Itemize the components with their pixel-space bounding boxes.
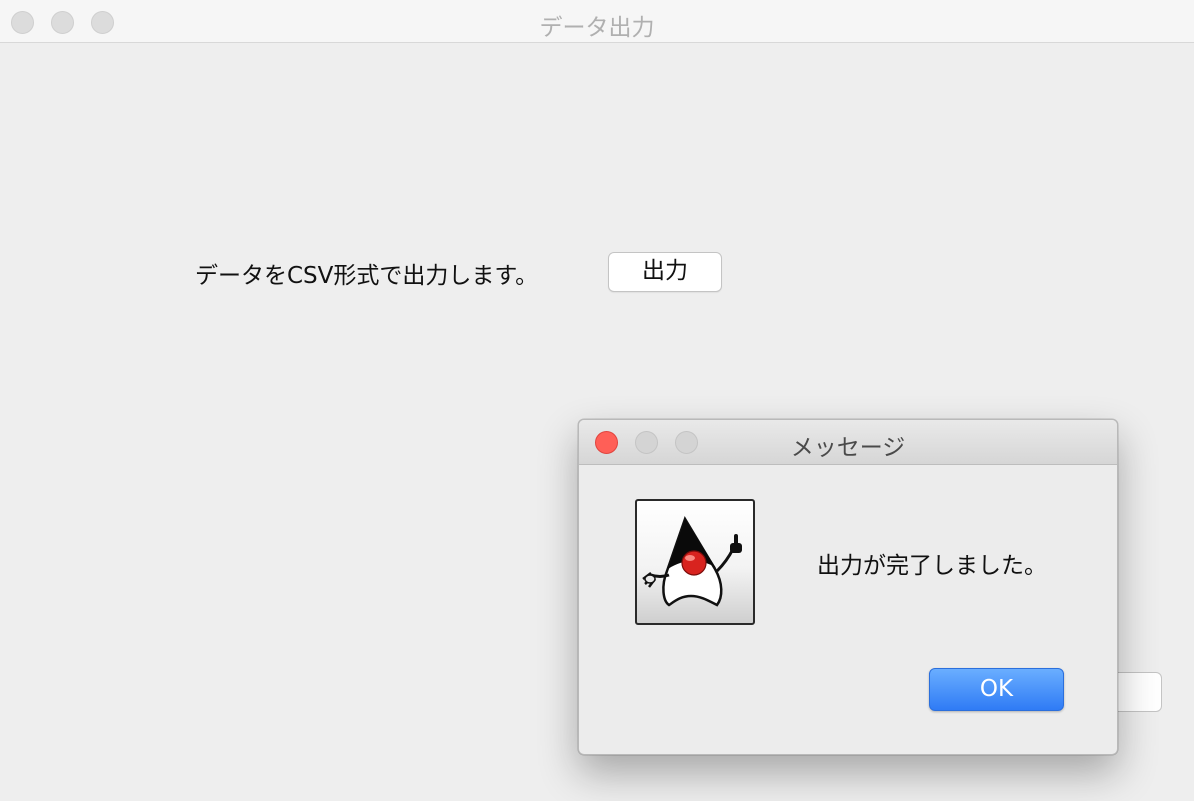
dialog-titlebar: メッセージ: [579, 420, 1117, 465]
dialog-title: メッセージ: [790, 435, 906, 461]
duke-icon: [635, 499, 755, 625]
window-title: データ出力: [539, 15, 655, 41]
message-dialog: メッセージ 出力が完了しました。 OK: [578, 419, 1118, 755]
ok-button[interactable]: OK: [929, 668, 1064, 711]
output-button[interactable]: 出力: [608, 252, 722, 292]
message-text: 出力が完了しました。: [817, 553, 1047, 579]
description-label: データをCSV形式で出力します。: [195, 263, 539, 289]
main-titlebar: データ出力: [0, 0, 1194, 43]
